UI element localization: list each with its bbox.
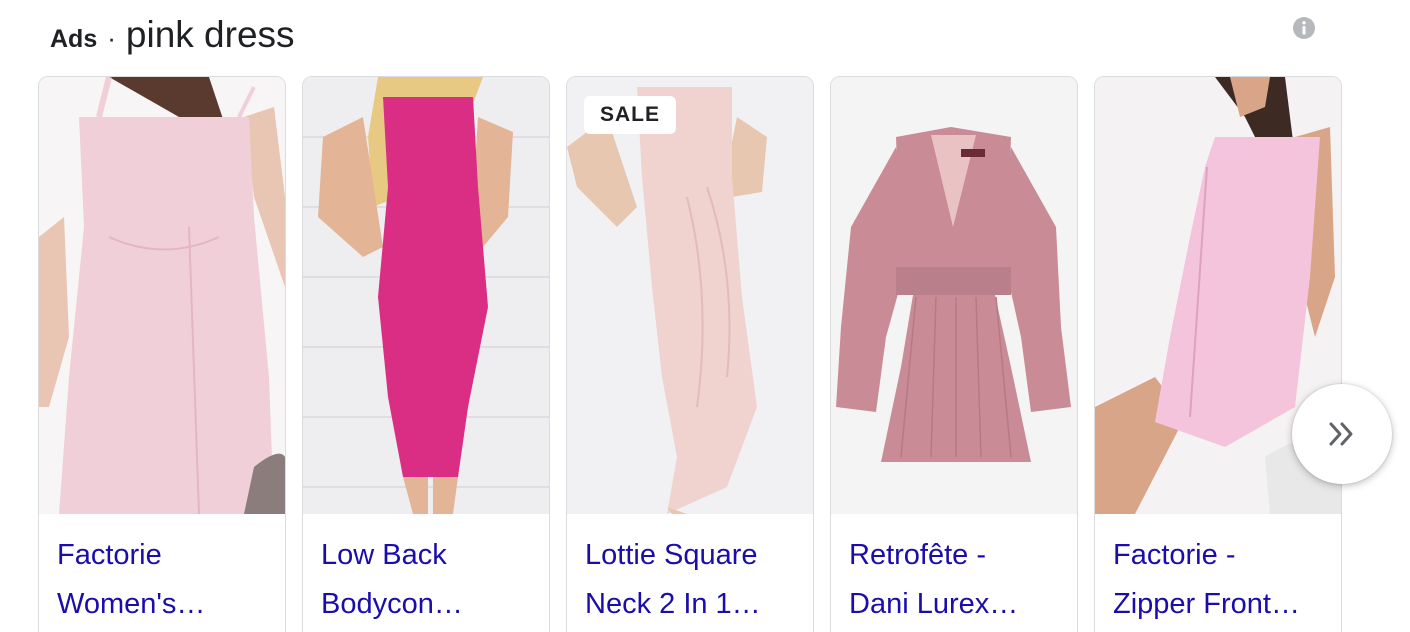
product-title-line: Zipper Front… xyxy=(1113,588,1300,620)
product-card[interactable]: Factorie Women's… xyxy=(38,76,286,632)
product-title-link[interactable]: Lottie Square Neck 2 In 1… xyxy=(585,531,807,629)
product-title-line: Neck 2 In 1… xyxy=(585,588,761,620)
product-image[interactable] xyxy=(831,77,1077,514)
product-carousel: Factorie Women's… Low Back Bodycon… SALE… xyxy=(38,76,1410,632)
product-title-link[interactable]: Factorie - Zipper Front… xyxy=(1113,531,1335,629)
product-card[interactable]: Factorie - Zipper Front… xyxy=(1094,76,1342,632)
product-title-line: Factorie - xyxy=(1113,539,1236,571)
product-card[interactable]: Low Back Bodycon… xyxy=(302,76,550,632)
header-separator: · xyxy=(107,23,116,53)
product-title-link[interactable]: Retrofête - Dani Lurex… xyxy=(849,531,1071,629)
product-title-line: Women's… xyxy=(57,588,206,620)
carousel-next-button[interactable] xyxy=(1292,384,1392,484)
product-title-line: Bodycon… xyxy=(321,588,463,620)
info-icon[interactable] xyxy=(1292,16,1316,40)
sale-badge: SALE xyxy=(584,96,677,134)
product-title-line: Low Back xyxy=(321,539,447,571)
product-image[interactable] xyxy=(303,77,549,514)
product-title-line: Dani Lurex… xyxy=(849,588,1019,620)
product-card[interactable]: Retrofête - Dani Lurex… xyxy=(830,76,1078,632)
ads-label: Ads xyxy=(50,25,98,53)
product-image[interactable] xyxy=(39,77,285,514)
product-card[interactable]: SALE Lottie Square Neck 2 In 1… xyxy=(566,76,814,632)
product-image[interactable]: SALE xyxy=(567,77,813,514)
product-title-link[interactable]: Factorie Women's… xyxy=(57,531,279,629)
product-title-line: Retrofête - xyxy=(849,539,986,571)
ads-header: Ads · pink dress xyxy=(50,14,295,58)
product-title-line: Lottie Square xyxy=(585,539,758,571)
search-query-title: pink dress xyxy=(125,14,295,55)
product-title-line: Factorie xyxy=(57,539,162,571)
shopping-ads-panel: Ads · pink dress Factorie Women's… Low B… xyxy=(0,0,1410,632)
product-title-link[interactable]: Low Back Bodycon… xyxy=(321,531,543,629)
chevron-double-right-icon xyxy=(1329,422,1353,446)
